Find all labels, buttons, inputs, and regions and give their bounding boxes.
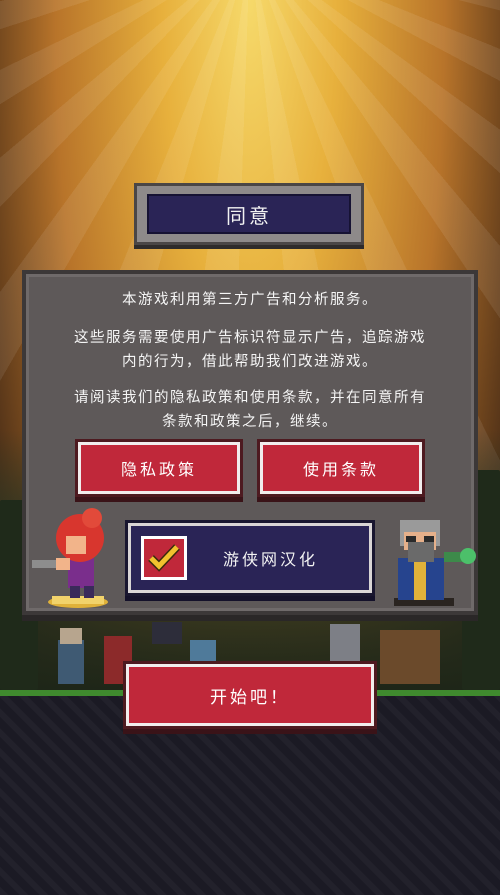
localization-toggle[interactable]: 游侠网汉化	[128, 523, 372, 593]
bearded-wizard-sprite	[394, 520, 476, 606]
notice-line-2a: 这些服务需要使用广告标识符显示广告，追踪游戏	[74, 330, 426, 346]
page-title: 同意	[147, 194, 351, 234]
notice-line-3a: 请阅读我们的隐私政策和使用条款，并在同意所有	[74, 390, 426, 406]
notice-line-1: 本游戏利用第三方广告和分析服务。	[122, 292, 378, 308]
terms-of-use-button[interactable]: 使用条款	[260, 442, 422, 494]
localization-checkbox[interactable]	[141, 536, 187, 580]
terms-of-use-label: 使用条款	[302, 460, 379, 479]
localization-label: 游侠网汉化	[223, 550, 319, 569]
notice-line-3b: 条款和政策之后，继续。	[162, 414, 338, 430]
title-plaque: 同意	[134, 183, 364, 245]
red-haired-gunner-sprite	[32, 508, 108, 608]
notice-line-2b: 内的行为，借此帮助我们改进游戏。	[122, 354, 378, 370]
start-button[interactable]: 开始吧！	[126, 664, 374, 726]
checkmark-icon	[148, 544, 180, 572]
privacy-policy-label: 隐私政策	[120, 460, 197, 479]
privacy-policy-button[interactable]: 隐私政策	[78, 442, 240, 494]
start-button-label: 开始吧！	[210, 687, 290, 708]
